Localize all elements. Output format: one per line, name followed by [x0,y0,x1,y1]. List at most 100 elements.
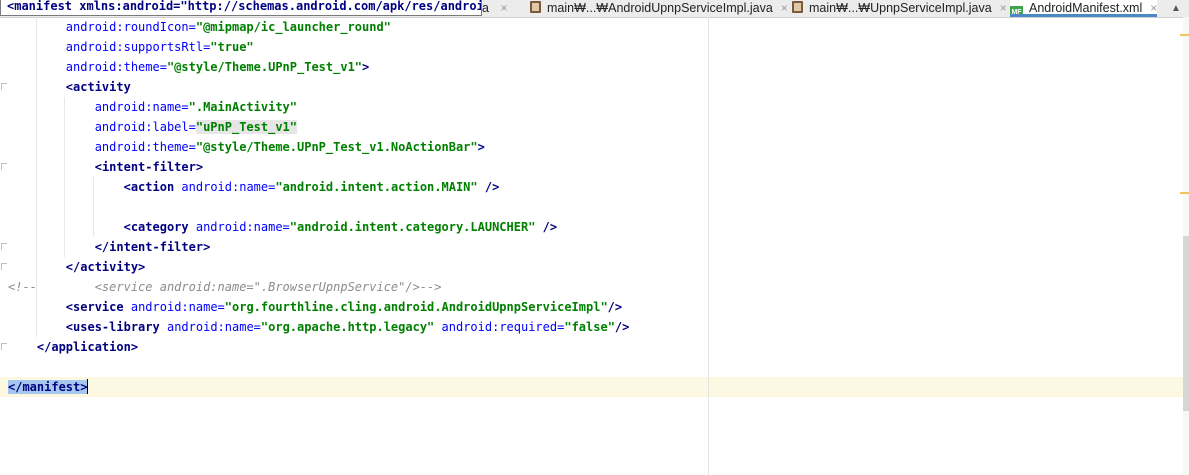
code-line: android:theme="@style/Theme.UPnP_Test_v1… [8,57,369,77]
fold-marker[interactable] [1,263,7,270]
java-file-icon [792,1,803,13]
warning-marker[interactable] [1180,34,1189,36]
text-caret [87,379,89,394]
fold-marker[interactable] [1,243,7,250]
xml-bracket: > [130,340,139,354]
xml-tag: activity [73,80,131,94]
xml-bracket: /> [477,180,500,194]
xml-attribute: android:theme= [65,60,167,74]
code-line: <uses-library android:name="org.apache.h… [8,317,630,337]
xml-attribute: android:name= [94,100,189,114]
code-line: android:label="uPnP_Test_v1" [8,117,298,137]
code-line: android:roundIcon="@mipmap/ic_launcher_r… [8,17,391,37]
code-line: <!-- <service android:name=".BrowserUpnp… [8,277,441,297]
xml-value: "@mipmap/ic_launcher_round" [195,20,391,34]
code-line: android:name=".MainActivity" [8,97,297,117]
xml-bracket: /> [535,220,558,234]
code-line: android:supportsRtl="true" [8,37,254,57]
close-icon[interactable]: × [781,1,788,15]
xml-value: "android.intent.action.MAIN" [275,180,478,194]
xml-value: "org.fourthline.cling.android.AndroidUpn… [224,300,608,314]
code-line: </intent-filter> [8,237,211,257]
vertical-scrollbar[interactable] [1183,17,1189,475]
xml-attribute: android:supportsRtl= [65,40,211,54]
xml-value: ".MainActivity" [188,100,297,114]
chevron-up-icon[interactable]: ▲ [1169,0,1183,17]
close-icon[interactable]: × [1000,1,1007,15]
xml-bracket: > [138,260,146,274]
xml-tag: application [51,340,131,354]
xml-value: "@style/Theme.UPnP_Test_v1.NoActionBar" [195,140,478,154]
xml-bracket: </ [65,260,81,274]
tab-upnp-service-impl[interactable]: main₩...₩UpnpServiceImpl.java × [792,0,1007,17]
tab-partial-label: a [482,1,489,15]
xml-bracket: > [203,240,211,254]
xml-tag: service [73,300,124,314]
xml-comment: <service android:name=".BrowserUpnpServi… [94,280,442,294]
xml-attribute: android:name= [195,220,290,234]
xml-tag: activity [80,260,139,274]
xml-attribute: android:theme= [94,140,196,154]
xml-tag: uses-library [73,320,160,334]
scrollbar-thumb[interactable] [1183,236,1189,411]
xml-value: "uPnP_Test_v1" [195,120,298,134]
xml-bracket: /> [614,320,630,334]
tab-label: main₩...₩UpnpServiceImpl.java [809,1,992,15]
current-line-highlight [0,377,1183,397]
xml-attribute: android:label= [94,120,196,134]
sticky-tag-header[interactable]: <manifest xmlns:android="http://schemas.… [0,0,482,16]
xml-bracket: /> [607,300,623,314]
java-file-icon [530,1,541,13]
code-line: </application> [8,337,138,357]
xml-attribute: android:roundIcon= [65,20,196,34]
xml-bracket: < [65,80,74,94]
xml-tag: intent-filter [109,240,204,254]
xml-bracket: < [94,160,102,174]
xml-tag: intent-filter [101,160,196,174]
code-line: </activity> [8,257,145,277]
fold-marker[interactable] [1,163,7,170]
code-line: <intent-filter> [8,157,203,177]
xml-attribute: android:name= [181,180,276,194]
xml-value: "android.intent.category.LAUNCHER" [289,220,536,234]
fold-marker[interactable] [1,343,7,350]
close-icon[interactable]: × [1150,1,1157,14]
code-line: android:theme="@style/Theme.UPnP_Test_v1… [8,137,485,157]
xml-attribute: android:name= [130,300,225,314]
xml-bracket: < [123,220,131,234]
xml-value: "false" [564,320,615,334]
xml-closing-tag-selected: </manifest> [8,380,88,394]
tab-label: main₩...₩AndroidUpnpServiceImpl.java [547,1,773,15]
xml-tag: action [130,180,175,194]
xml-bracket: > [477,140,485,154]
xml-bracket: </ [36,340,52,354]
xml-bracket: < [123,180,131,194]
xml-bracket: < [65,300,74,314]
fold-marker[interactable] [1,83,7,90]
xml-value: "org.apache.http.legacy" [260,320,435,334]
tab-android-manifest[interactable]: MF AndroidManifest.xml × [1010,0,1158,17]
xml-bracket: < [65,320,74,334]
code-line: <activity [8,77,131,97]
code-line: <category android:name="android.intent.c… [8,217,558,237]
xml-attribute: android:required= [441,320,565,334]
xml-bracket: > [195,160,204,174]
tab-android-upnp-service-impl[interactable]: main₩...₩AndroidUpnpServiceImpl.java × [530,0,788,17]
sticky-tag-text: <manifest xmlns:android="http://schemas.… [7,0,482,13]
editor-tab-bar: a × main₩...₩AndroidUpnpServiceImpl.java… [0,0,1189,18]
xml-value: "true" [210,40,254,54]
xml-bracket: </ [94,240,110,254]
close-icon[interactable]: × [500,1,507,15]
warning-marker[interactable] [1180,192,1189,194]
xml-tag: category [130,220,189,234]
manifest-file-icon: MF [1010,6,1023,14]
xml-attribute: android:name= [166,320,261,334]
tab-partial[interactable]: a × [482,0,507,17]
code-line: <service android:name="org.fourthline.cl… [8,297,622,317]
code-line: </manifest> [8,377,89,397]
code-editor[interactable]: android:roundIcon="@mipmap/ic_launcher_r… [0,17,1183,475]
code-line: <action android:name="android.intent.act… [8,177,500,197]
xml-comment-start: <!-- [8,280,37,294]
tab-label: AndroidManifest.xml [1029,1,1143,15]
xml-value: "@style/Theme.UPnP_Test_v1" [166,60,363,74]
